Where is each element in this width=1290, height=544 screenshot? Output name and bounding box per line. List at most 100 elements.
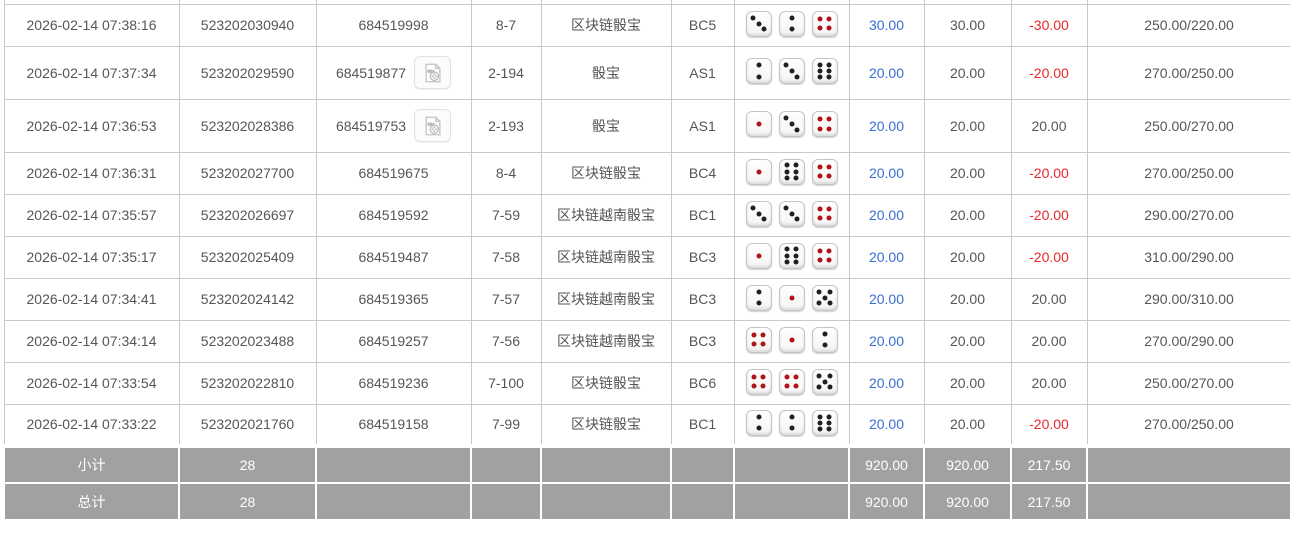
bet-amount-link[interactable]: 30.00 xyxy=(848,3,925,47)
balance-before-after: 310.00/290.00 xyxy=(1086,235,1290,279)
die-4-icon xyxy=(745,326,772,353)
table-code: AS1 xyxy=(670,45,735,100)
shoe-round-number: 8-4 xyxy=(470,151,542,195)
die-2-icon xyxy=(778,409,805,436)
bet-history-row: 2026-02-14 07:33:22 523202021760 6845191… xyxy=(3,403,1290,447)
valid-bet-amount: 20.00 xyxy=(923,193,1012,237)
balance-before-after: 250.00/270.00 xyxy=(1086,98,1290,153)
bet-amount-link[interactable]: 20.00 xyxy=(848,235,925,279)
table-code: BC5 xyxy=(670,3,735,47)
balance-before-after: 270.00/290.00 xyxy=(1086,319,1290,363)
order-number: 523202024142 xyxy=(178,277,317,321)
round-id-cell: 684519675 xyxy=(315,151,472,195)
game-name: 骰宝 xyxy=(540,98,672,153)
order-number: 523202028386 xyxy=(178,98,317,153)
valid-bet-amount: 20.00 xyxy=(923,277,1012,321)
game-name: 区块链越南骰宝 xyxy=(540,235,672,279)
die-4-icon xyxy=(811,10,838,37)
valid-bet-amount: 20.00 xyxy=(923,235,1012,279)
subtotal-bet: 920.00 xyxy=(848,444,925,484)
bet-history-row: 2026-02-14 07:35:57 523202026697 6845195… xyxy=(3,193,1290,237)
round-id-cell: 684519998 xyxy=(315,3,472,47)
balance-before-after: 270.00/250.00 xyxy=(1086,403,1290,447)
dice-result-cell xyxy=(733,277,850,321)
bet-time: 2026-02-14 07:35:57 xyxy=(3,193,180,237)
subtotal-net: 217.50 xyxy=(1010,444,1088,484)
game-name: 区块链越南骰宝 xyxy=(540,319,672,363)
game-name: 区块链骰宝 xyxy=(540,403,672,447)
bet-amount-link[interactable]: 20.00 xyxy=(848,98,925,153)
order-number: 523202021760 xyxy=(178,403,317,447)
dice-result-cell xyxy=(733,193,850,237)
valid-bet-amount: 20.00 xyxy=(923,45,1012,100)
shoe-round-number: 7-100 xyxy=(470,361,542,405)
table-code: BC3 xyxy=(670,319,735,363)
grand-total-label: 总计 xyxy=(3,482,180,521)
die-1-icon xyxy=(745,111,772,137)
die-6-icon xyxy=(811,58,838,84)
video-file-icon xyxy=(425,116,441,135)
round-id-cell: 684519257 xyxy=(315,319,472,363)
die-3-icon xyxy=(778,58,805,84)
die-3-icon xyxy=(778,111,805,137)
bet-amount-link[interactable]: 20.00 xyxy=(848,151,925,195)
bet-time: 2026-02-14 07:38:16 xyxy=(3,3,180,47)
die-3-icon xyxy=(745,10,772,37)
shoe-round-number: 8-7 xyxy=(470,3,542,47)
bet-amount-link[interactable]: 20.00 xyxy=(848,319,925,363)
die-5-icon xyxy=(811,284,838,311)
shoe-round-number: 7-58 xyxy=(470,235,542,279)
grand-total-net: 217.50 xyxy=(1010,482,1088,521)
game-name: 区块链骰宝 xyxy=(540,151,672,195)
bet-time: 2026-02-14 07:35:17 xyxy=(3,235,180,279)
bet-time: 2026-02-14 07:37:34 xyxy=(3,45,180,100)
valid-bet-amount: 20.00 xyxy=(923,98,1012,153)
replay-video-button[interactable] xyxy=(414,109,452,142)
die-6-icon xyxy=(778,158,805,185)
bet-time: 2026-02-14 07:34:41 xyxy=(3,277,180,321)
game-name: 骰宝 xyxy=(540,45,672,100)
order-number: 523202027700 xyxy=(178,151,317,195)
subtotal-label: 小计 xyxy=(3,444,180,484)
game-name: 区块链越南骰宝 xyxy=(540,193,672,237)
subtotal-valid: 920.00 xyxy=(923,444,1012,484)
bet-time: 2026-02-14 07:33:22 xyxy=(3,403,180,447)
bet-history-row: 2026-02-14 07:37:34 523202029590 6845198… xyxy=(3,45,1290,100)
bet-amount-link[interactable]: 20.00 xyxy=(848,193,925,237)
bet-amount-link[interactable]: 20.00 xyxy=(848,277,925,321)
table-code: BC1 xyxy=(670,193,735,237)
balance-before-after: 270.00/250.00 xyxy=(1086,45,1290,100)
win-loss-amount: -20.00 xyxy=(1010,193,1088,237)
bet-history-row: 2026-02-14 07:36:31 523202027700 6845196… xyxy=(3,151,1290,195)
valid-bet-amount: 20.00 xyxy=(923,403,1012,447)
die-6-icon xyxy=(811,409,838,436)
win-loss-amount: 20.00 xyxy=(1010,319,1088,363)
die-4-icon xyxy=(811,111,838,137)
die-3-icon xyxy=(745,200,772,227)
bet-amount-link[interactable]: 20.00 xyxy=(848,361,925,405)
replay-video-button[interactable] xyxy=(414,56,452,89)
table-code: AS1 xyxy=(670,98,735,153)
win-loss-amount: -20.00 xyxy=(1010,235,1088,279)
grand-total-count: 28 xyxy=(178,482,317,521)
shoe-round-number: 7-56 xyxy=(470,319,542,363)
round-id-cell: 684519592 xyxy=(315,193,472,237)
order-number: 523202030940 xyxy=(178,3,317,47)
subtotal-row: 小计 28 920.00 920.00 217.50 xyxy=(3,444,1290,484)
die-2-icon xyxy=(811,326,838,353)
bet-history-row: 2026-02-14 07:36:53 523202028386 6845197… xyxy=(3,98,1290,153)
shoe-round-number: 7-99 xyxy=(470,403,542,447)
grand-total-bet: 920.00 xyxy=(848,482,925,521)
balance-before-after: 250.00/270.00 xyxy=(1086,361,1290,405)
grand-total-valid: 920.00 xyxy=(923,482,1012,521)
bet-amount-link[interactable]: 20.00 xyxy=(848,45,925,100)
bet-history-row: 2026-02-14 07:34:41 523202024142 6845193… xyxy=(3,277,1290,321)
die-5-icon xyxy=(811,368,838,395)
win-loss-amount: -20.00 xyxy=(1010,403,1088,447)
valid-bet-amount: 20.00 xyxy=(923,319,1012,363)
die-2-icon xyxy=(745,409,772,436)
win-loss-amount: -20.00 xyxy=(1010,45,1088,100)
bet-amount-link[interactable]: 20.00 xyxy=(848,403,925,447)
balance-before-after: 290.00/270.00 xyxy=(1086,193,1290,237)
die-1-icon xyxy=(745,158,772,185)
